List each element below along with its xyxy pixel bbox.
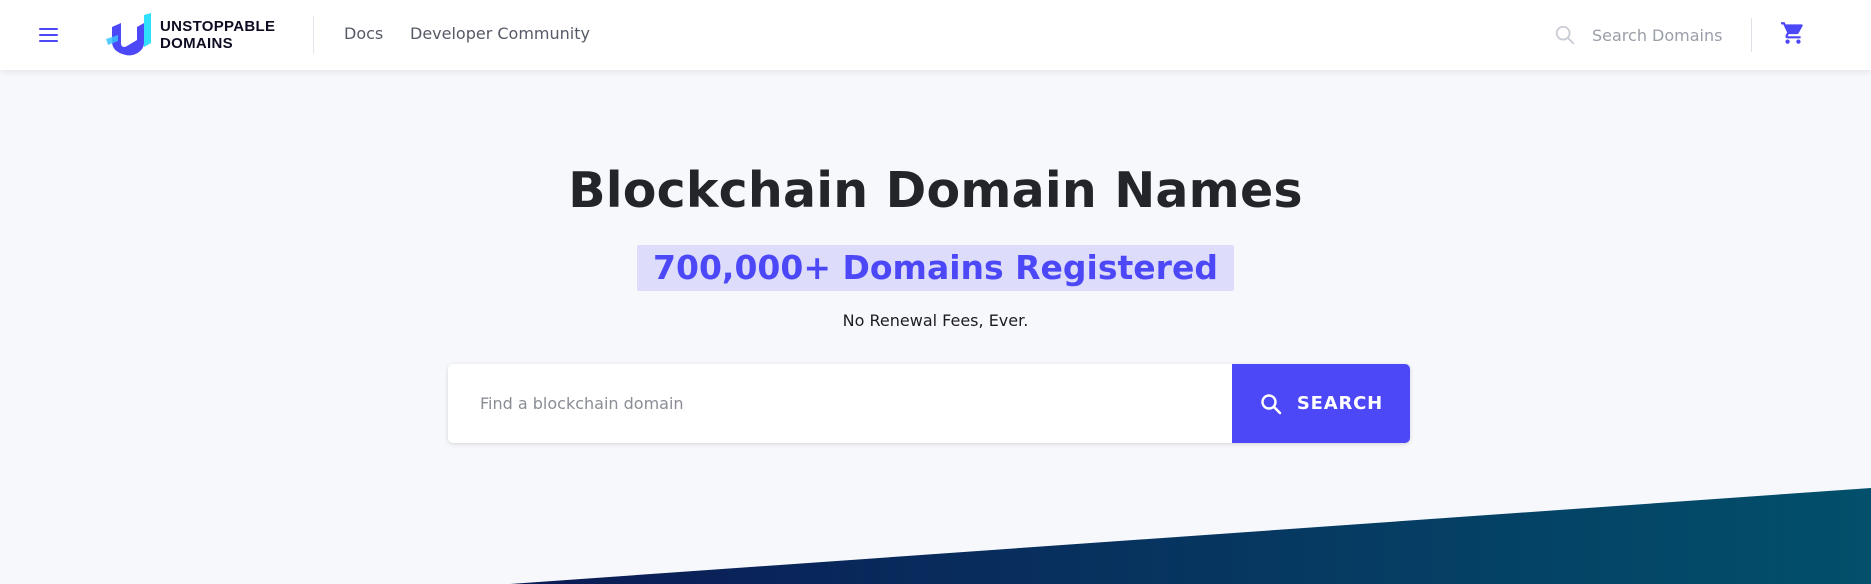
header-search-placeholder: Search Domains <box>1592 25 1723 45</box>
decorative-wave <box>510 488 1871 584</box>
nav-docs-link[interactable]: Docs <box>344 24 383 43</box>
search-button-label: SEARCH <box>1296 393 1384 414</box>
logo-text: UNSTOPPABLE DOMAINS <box>160 18 275 52</box>
nav-developer-community-link[interactable]: Developer Community <box>410 24 590 43</box>
domains-registered-badge: 700,000+ Domains Registered <box>637 245 1234 291</box>
logo-line-2: DOMAINS <box>160 35 233 52</box>
hero-subtitle: No Renewal Fees, Ever. <box>842 311 1029 330</box>
header-divider <box>313 16 314 54</box>
top-header: UNSTOPPABLE DOMAINS Docs Developer Commu… <box>0 0 1871 70</box>
header-search[interactable]: Search Domains <box>1554 20 1724 50</box>
search-icon <box>1261 393 1282 414</box>
cart-icon[interactable] <box>1780 20 1808 48</box>
logo-line-1: UNSTOPPABLE <box>160 18 276 35</box>
logo-icon <box>106 13 151 56</box>
domain-search-box: SEARCH <box>448 364 1410 443</box>
logo[interactable]: UNSTOPPABLE DOMAINS <box>104 12 275 58</box>
domain-search-input[interactable] <box>448 364 1232 443</box>
badge-wrapper: 700,000+ Domains Registered <box>0 245 1871 291</box>
hero-title: Blockchain Domain Names <box>568 162 1303 219</box>
search-button[interactable]: SEARCH <box>1232 364 1410 443</box>
header-divider-right <box>1751 18 1752 52</box>
menu-icon[interactable] <box>36 22 62 48</box>
search-icon <box>1555 25 1575 45</box>
